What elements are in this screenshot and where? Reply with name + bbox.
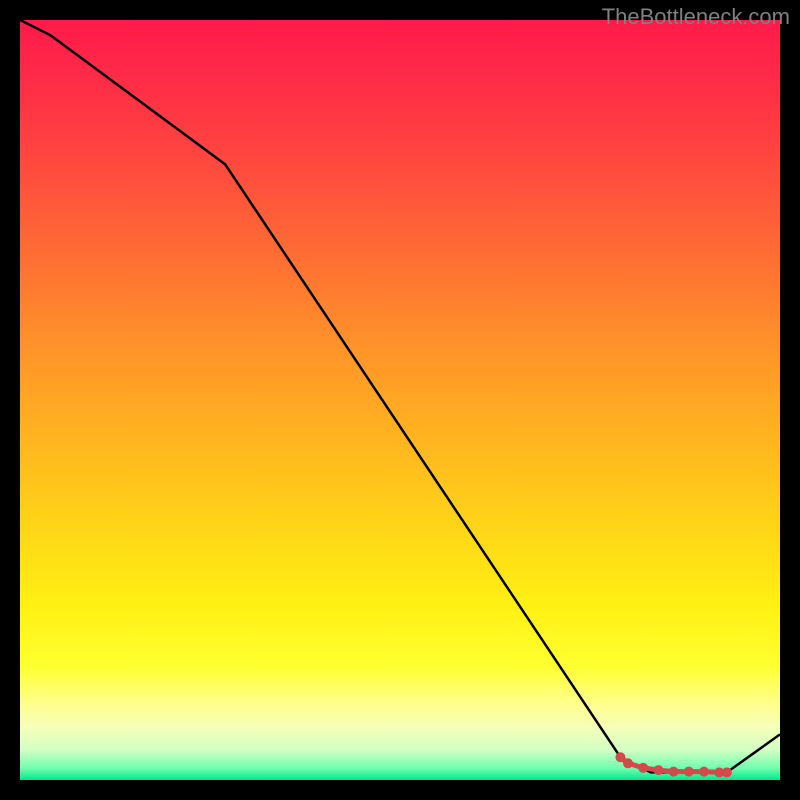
highlight-markers	[615, 752, 731, 777]
highlight-dot	[722, 767, 732, 777]
highlight-dot	[684, 767, 694, 777]
watermark-text: TheBottleneck.com	[602, 4, 790, 30]
highlight-dot	[669, 767, 679, 777]
plot-area	[20, 20, 780, 780]
highlight-dot	[699, 767, 709, 777]
highlight-dot	[623, 758, 633, 768]
chart-container: TheBottleneck.com	[0, 0, 800, 800]
main-curve-path	[20, 20, 780, 772]
series-main-curve	[20, 20, 780, 772]
chart-svg	[20, 20, 780, 780]
highlight-dot	[638, 763, 648, 773]
highlight-dot	[653, 765, 663, 775]
